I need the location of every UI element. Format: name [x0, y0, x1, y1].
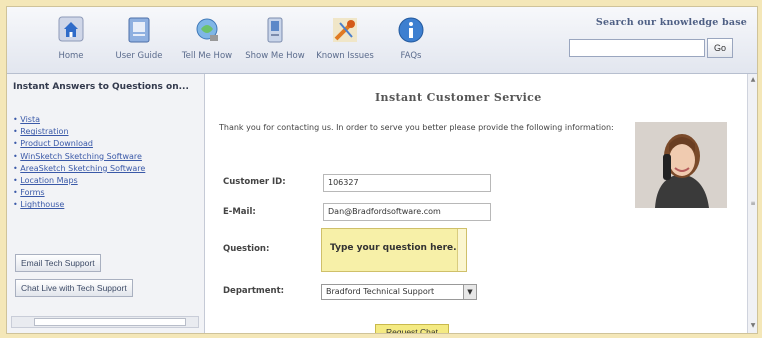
request-chat-button[interactable]: Request Chat — [375, 324, 449, 333]
chevron-down-icon[interactable]: ▼ — [463, 285, 476, 299]
known-issues-icon — [333, 18, 357, 42]
email-tech-support-button[interactable]: Email Tech Support — [15, 254, 101, 272]
user-guide-button[interactable]: User Guide — [107, 15, 171, 61]
support-agent-photo — [635, 122, 727, 208]
sidebar-link-item: • Product Download — [13, 139, 93, 149]
department-selected-value: Bradford Technical Support — [326, 287, 435, 296]
search-title: Search our knowledge base — [595, 17, 747, 28]
show-me-how-label: Show Me How — [245, 51, 305, 61]
scroll-grip-icon[interactable]: ≡ — [749, 200, 757, 208]
sidebar-link-item: • Vista — [13, 115, 40, 124]
show-me-how-button[interactable]: Show Me How — [243, 15, 307, 61]
guide-icon — [128, 17, 150, 43]
faqs-label: FAQs — [400, 51, 422, 61]
question-textarea[interactable]: Type your question here. — [321, 228, 467, 272]
email-label: E-Mail: — [223, 207, 256, 217]
department-select[interactable]: Bradford Technical Support ▼ — [321, 284, 477, 300]
tell-me-how-icon — [196, 18, 218, 41]
sidebar-link-item: • AreaSketch Sketching Software — [13, 163, 146, 173]
sidebar-link-item: • WinSketch Sketching Software — [13, 151, 142, 161]
search-go-button[interactable]: Go — [707, 38, 733, 58]
show-me-how-icon — [267, 17, 283, 43]
scrollbar-thumb[interactable] — [34, 318, 186, 326]
scroll-down-icon[interactable]: ▼ — [749, 322, 757, 330]
sidebar: Instant Answers to Questions on... • Vis… — [7, 74, 205, 333]
sidebar-link-product-download[interactable]: Product Download — [20, 139, 93, 148]
support-agent-image — [635, 122, 727, 208]
sidebar-horizontal-scrollbar[interactable] — [11, 316, 199, 328]
question-label: Question: — [223, 244, 270, 254]
scroll-up-icon[interactable]: ▲ — [749, 76, 757, 84]
known-issues-label: Known Issues — [316, 51, 374, 61]
page-title: Instant Customer Service — [375, 91, 542, 104]
sidebar-link-location-maps[interactable]: Location Maps — [20, 176, 77, 185]
user-guide-label: User Guide — [115, 51, 163, 61]
question-placeholder: Type your question here. — [330, 243, 457, 253]
app-window: Home User Guide Tell Me How Show Me How … — [6, 6, 758, 334]
faqs-icon — [398, 17, 424, 43]
intro-text: Thank you for contacting us. In order to… — [219, 123, 614, 132]
faqs-button[interactable]: FAQs — [379, 15, 443, 61]
sidebar-link-item: • Registration — [13, 127, 69, 137]
home-button[interactable]: Home — [39, 15, 103, 61]
sidebar-link-lighthouse[interactable]: Lighthouse — [20, 200, 64, 209]
main-panel: Instant Customer Service Thank you for c… — [205, 74, 757, 333]
department-label: Department: — [223, 286, 285, 296]
sidebar-link-winsketch[interactable]: WinSketch Sketching Software — [20, 152, 142, 161]
sidebar-links: • Vista • Registration • Product Downloa… — [13, 114, 145, 212]
sidebar-link-item: • Lighthouse — [13, 200, 65, 210]
sidebar-link-item: • Forms — [13, 188, 45, 198]
chat-live-tech-support-button[interactable]: Chat Live with Tech Support — [15, 279, 133, 297]
known-issues-button[interactable]: Known Issues — [313, 15, 377, 61]
sidebar-link-areasketch[interactable]: AreaSketch Sketching Software — [20, 164, 145, 173]
customer-id-label: Customer ID: — [223, 177, 286, 187]
search-input[interactable] — [569, 39, 705, 57]
email-field[interactable]: Dan@Bradfordsoftware.com — [323, 203, 491, 221]
home-icon — [58, 16, 84, 42]
sidebar-link-vista[interactable]: Vista — [20, 115, 40, 124]
question-scrollbar[interactable] — [457, 229, 466, 271]
customer-id-field[interactable]: 106327 — [323, 174, 491, 192]
tell-me-how-button[interactable]: Tell Me How — [175, 15, 239, 61]
sidebar-link-registration[interactable]: Registration — [20, 127, 68, 136]
sidebar-link-forms[interactable]: Forms — [20, 188, 44, 197]
main-vertical-scrollbar[interactable]: ▲ ≡ ▼ — [747, 74, 757, 333]
tell-me-how-label: Tell Me How — [181, 51, 233, 61]
knowledge-base-search: Search our knowledge base Go — [563, 17, 747, 58]
home-label: Home — [58, 51, 84, 61]
sidebar-link-item: • Location Maps — [13, 176, 78, 186]
toolbar: Home User Guide Tell Me How Show Me How … — [7, 7, 757, 74]
sidebar-heading: Instant Answers to Questions on... — [13, 82, 189, 92]
